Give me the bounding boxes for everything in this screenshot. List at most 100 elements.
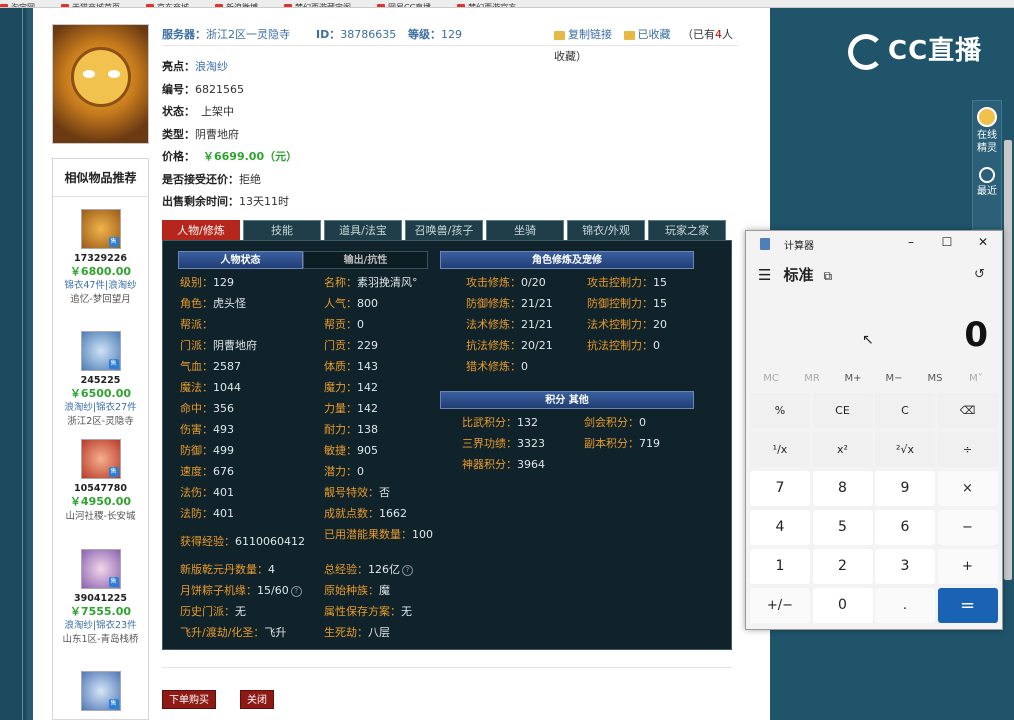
calc-key[interactable]: 4 xyxy=(750,510,810,545)
tab-outfits[interactable]: 锦衣/外观 xyxy=(567,220,645,240)
maximize-icon[interactable]: ☐ xyxy=(938,235,956,249)
stat-total-exp: 总经验：126亿? xyxy=(324,563,413,577)
stat-ascend: 飞升/渡劫/化圣：飞升 xyxy=(180,626,287,639)
score-row: 比武积分：132 xyxy=(462,416,538,429)
mouse-cursor-icon: ↖ xyxy=(862,332,874,348)
similar-item-thumb[interactable]: 售 xyxy=(80,671,121,711)
stat-row: 魔力：142 xyxy=(324,381,378,394)
calc-key[interactable]: 7 xyxy=(750,471,810,506)
calc-key[interactable]: 5 xyxy=(812,510,873,545)
calc-key[interactable]: +/− xyxy=(750,588,810,623)
tab-pets-children[interactable]: 召唤兽/孩子 xyxy=(405,220,483,240)
calc-key[interactable]: ²√x xyxy=(875,432,935,467)
similar-item-thumb[interactable]: 售 xyxy=(80,549,121,589)
similar-item[interactable]: 售 xyxy=(53,671,148,711)
stat-row: 角色：虎头怪 xyxy=(180,297,246,310)
close-icon[interactable]: ✕ xyxy=(974,235,992,249)
close-button[interactable]: 关闭 xyxy=(240,690,274,709)
stat-exp: 获得经验：6110060412 xyxy=(180,535,305,548)
stat-potential-fruit: 已用潜能果数量：100 xyxy=(324,528,433,541)
page-scrollbar-thumb[interactable] xyxy=(1004,140,1012,580)
calc-key[interactable]: ÷ xyxy=(937,432,998,467)
cultivation-row: 抗法修炼：20/21 xyxy=(466,339,553,352)
calc-key[interactable]: 9 xyxy=(875,471,935,506)
tab-player-home[interactable]: 玩家之家 xyxy=(648,220,726,240)
similar-item[interactable]: 售 245225 ￥6500.00 浪淘纱|锦衣27件 浙江2区-灵隐寺 xyxy=(53,331,148,430)
calc-key[interactable]: ⌫ xyxy=(937,393,998,428)
tab-items-treasures[interactable]: 道具/法宝 xyxy=(324,220,402,240)
calculator-titlebar[interactable]: 计算器 – ☐ ✕ xyxy=(746,231,1002,257)
role-id: ID：38786635 xyxy=(316,28,397,41)
calc-key[interactable]: 6 xyxy=(875,510,935,545)
stat-row: 帮贡：0 xyxy=(324,318,364,331)
calc-key[interactable]: ¹/x xyxy=(750,432,810,467)
calc-key[interactable]: = xyxy=(937,588,998,623)
favorite-link[interactable]: 已收藏 xyxy=(623,28,671,41)
calc-key[interactable]: 3 xyxy=(875,549,935,584)
tab-character-cultivation[interactable]: 人物/修炼 xyxy=(162,220,240,240)
similar-item[interactable]: 售 10547780 ￥4950.00 山河社稷-长安城 xyxy=(53,439,148,525)
memory-row: MC MR M+ M− MS M˅ xyxy=(752,373,1000,389)
calc-key[interactable]: 1 xyxy=(750,549,810,584)
stat-row: 力量：142 xyxy=(324,402,378,415)
tab-mounts[interactable]: 坐骑 xyxy=(486,220,564,240)
similar-item-thumb[interactable]: 售 xyxy=(80,209,121,249)
stat-row: 魔法：1044 xyxy=(180,381,241,394)
buy-button[interactable]: 下单购买 xyxy=(162,690,216,709)
stat-row: 防御：499 xyxy=(180,444,234,457)
memory-button[interactable]: MC xyxy=(752,373,790,384)
similar-item-thumb[interactable]: 售 xyxy=(80,331,121,371)
similar-item[interactable]: 售 17329226 ￥6800.00 锦衣47件|浪淘纱 追忆-梦回望月 xyxy=(53,209,148,308)
calc-key[interactable]: 2 xyxy=(812,549,873,584)
copy-link[interactable]: 复制链接 xyxy=(554,28,612,41)
calc-key[interactable]: 8 xyxy=(812,471,873,506)
stat-mooncake: 月饼粽子机缘：15/60? xyxy=(180,584,302,598)
stat-row: 靓号特效：否 xyxy=(324,486,390,499)
recent-button[interactable]: 最近 xyxy=(973,155,1001,198)
remaining-time-row: 出售剩余时间：13天11时 xyxy=(162,195,289,208)
calc-key[interactable]: 0 xyxy=(812,588,873,623)
help-icon[interactable]: ? xyxy=(402,564,413,576)
stat-qiankun: 新版乾元丹数量：4 xyxy=(180,563,275,576)
stat-row: 速度：676 xyxy=(180,465,234,478)
memory-button[interactable]: M˅ xyxy=(957,373,995,384)
similar-items-sidebar: 相似物品推荐 售 17329226 ￥6800.00 锦衣47件|浪淘纱 追忆-… xyxy=(52,158,149,720)
calc-key[interactable]: C xyxy=(875,393,935,428)
tab-skills[interactable]: 技能 xyxy=(243,220,321,240)
cultivation-row: 猎术修炼：0 xyxy=(466,360,528,373)
keep-on-top-icon[interactable]: ⧉ xyxy=(823,269,832,284)
calculator-window: 计算器 – ☐ ✕ ☰ 标准 ⧉ ↺ 0 MC MR M+ M− MS M˅ % CE C ⌫ ¹/x… xyxy=(745,230,1003,630)
section-character-status[interactable]: 人物状态 xyxy=(178,251,303,269)
stat-row: 伤害：493 xyxy=(180,423,234,436)
similar-item[interactable]: 售 39041225 ￥7555.00 浪淘纱|锦衣23件 山东1区-青岛栈桥 xyxy=(53,549,148,648)
detail-tabs: 人物/修炼 技能 道具/法宝 召唤兽/孩子 坐骑 锦衣/外观 玩家之家 xyxy=(162,220,732,240)
cc-logo-icon xyxy=(848,33,884,70)
item-actions: 复制链接 已收藏 （已有4人收藏） xyxy=(554,24,738,68)
calc-key[interactable]: CE xyxy=(812,393,873,428)
memory-button[interactable]: M− xyxy=(875,373,913,384)
section-output-resistance[interactable]: 输出/抗性 xyxy=(303,251,428,269)
cc-live-logo: CC直播 xyxy=(848,30,982,70)
help-icon[interactable]: ? xyxy=(290,585,302,597)
history-icon[interactable]: ↺ xyxy=(974,267,985,282)
price-row: 价格： ￥6699.00（元） xyxy=(162,150,298,163)
menu-icon[interactable]: ☰ xyxy=(758,266,771,284)
memory-button[interactable]: MS xyxy=(916,373,954,384)
server-info: 服务器：浙江2区一灵隐寺 xyxy=(162,28,290,41)
stat-row: 气血：2587 xyxy=(180,360,241,373)
calc-key[interactable]: × xyxy=(937,471,998,506)
bookmarks-bar: 淘宝网 天猫商城首页 京东商城 新浪微博 梦幻西游藏宝阁 网易CC直播 梦幻西游官方 xyxy=(0,0,1014,8)
calc-key[interactable]: x² xyxy=(812,432,873,467)
favorite-icon xyxy=(623,30,635,40)
calc-key[interactable]: % xyxy=(750,393,810,428)
calc-key[interactable]: . xyxy=(875,588,935,623)
calc-key[interactable]: − xyxy=(937,510,998,545)
calc-key[interactable]: + xyxy=(937,549,998,584)
cultivation-row: 抗法控制力：0 xyxy=(587,339,660,352)
memory-button[interactable]: M+ xyxy=(834,373,872,384)
memory-button[interactable]: MR xyxy=(793,373,831,384)
minimize-icon[interactable]: – xyxy=(902,235,920,249)
online-sprite-button[interactable]: 在线精灵 xyxy=(973,101,1001,155)
status-row: 状态： 上架中 xyxy=(162,105,234,118)
similar-item-thumb[interactable]: 售 xyxy=(80,439,121,479)
